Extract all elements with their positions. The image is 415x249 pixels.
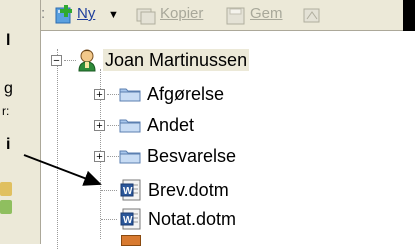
- annotation-arrow: [23, 154, 102, 186]
